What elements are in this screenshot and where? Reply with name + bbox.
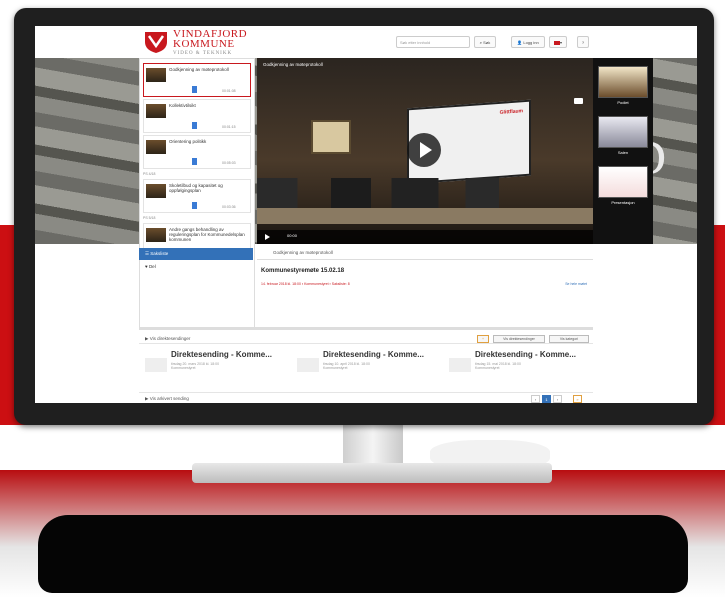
play-button-icon[interactable] — [407, 133, 441, 167]
logo-line-2: KOMMUNE — [173, 38, 235, 50]
chevron-down-icon: ▾ — [559, 40, 562, 45]
agenda-item[interactable]: Kollektivtilsikt 00:01:15 — [143, 99, 251, 133]
agenda-item-title: Skoletilbud og kapasitet og oppfølgingsp… — [169, 183, 223, 193]
site-header: VINDAFJORD KOMMUNE VIDEO & TEKNIKK Søk e… — [35, 26, 697, 59]
help-button[interactable]: ? — [577, 36, 589, 48]
broadcast-title: Direktesending - Komme... — [171, 350, 272, 359]
broadcast-category: Kommunestyret — [475, 366, 500, 370]
language-dropdown[interactable]: ▾ — [549, 36, 567, 48]
add-button[interactable]: + — [477, 335, 489, 343]
document-icon[interactable] — [192, 158, 197, 165]
camera-thumbnail-presentasjon[interactable] — [598, 166, 648, 198]
full-meeting-link[interactable]: Se hele møtet — [565, 282, 587, 286]
tab-saksliste[interactable]: ☰ Saksliste — [139, 248, 253, 260]
agenda-thumbnail — [146, 184, 166, 198]
monitor-stand — [192, 463, 552, 483]
monitor-screen: VINDAFJORD KOMMUNE VIDEO & TEKNIKK Søk e… — [35, 26, 697, 403]
broadcast-title: Direktesending - Komme... — [475, 350, 576, 359]
agenda-item[interactable]: Skoletilbud og kapasitet og oppfølgingsp… — [143, 179, 251, 213]
archive-heading: Vis arkivert sending — [149, 396, 189, 401]
camera-thumbnail-podiet[interactable] — [598, 66, 648, 98]
broadcast-category: Kommunestyret — [323, 366, 348, 370]
video-time: 00:00 — [287, 233, 298, 238]
agenda-item-time: 00:01:15 — [222, 125, 236, 129]
agenda-case-label: PS 4/18 — [143, 172, 156, 176]
tab-del-label: Del — [148, 264, 156, 269]
panel-shadow — [139, 327, 593, 330]
agenda-item-title: Orientering politikk — [169, 139, 207, 144]
pagination-last[interactable]: » — [573, 395, 582, 403]
broadcast-thumbnail — [145, 358, 167, 372]
pagination-prev[interactable]: ‹ — [531, 395, 540, 403]
video-player[interactable]: Godkjenning av møteprotokoll Glittflaum … — [257, 58, 593, 244]
search-button-label: Søk — [483, 40, 491, 45]
camera-angle-list: Podiet Salen Presentasjon — [593, 58, 653, 244]
direct-broadcasts-heading: Vis direktesendinger — [149, 336, 191, 341]
direct-broadcast-list: Direktesending - Komme... tirsdag 20. ma… — [139, 346, 593, 386]
tab-del[interactable]: ♥ Del — [139, 262, 253, 272]
current-agenda-bar: Godkjenning av møteprotokoll — [257, 246, 593, 260]
video-title: Godkjenning av møteprotokoll — [263, 62, 323, 67]
agenda-thumbnail — [146, 228, 166, 242]
agenda-item[interactable]: Orientering politikk 00:05:03 — [143, 135, 251, 169]
agenda-playlist: Godkjenning av møteprotokoll 00:01:08 Ko… — [139, 58, 255, 328]
agenda-thumbnail — [146, 68, 166, 82]
presentation-brand: Glittflaum — [499, 108, 523, 116]
agenda-thumbnail — [146, 140, 166, 154]
direct-broadcasts-header: ▶ Vis direktesendinger + Vis direktesend… — [139, 334, 593, 344]
play-icon[interactable] — [265, 234, 270, 240]
document-icon[interactable] — [192, 86, 197, 93]
archive-header: ▶ Vis arkivert sending ‹ 1 › » — [139, 392, 593, 403]
monitor-neck — [343, 425, 403, 465]
agenda-item-title: Andre gangs behandling av reguleringspla… — [169, 227, 245, 242]
kommune-logo-text[interactable]: VINDAFJORD KOMMUNE VIDEO & TEKNIKK — [173, 29, 247, 59]
kommune-logo-icon[interactable] — [143, 30, 169, 54]
video-info-panel: Godkjenning av møteprotokoll Kommunestyr… — [257, 246, 593, 328]
pagination-next[interactable]: › — [553, 395, 562, 403]
meeting-title: Kommunestyremøte 15.02.18 — [261, 268, 345, 274]
broadcast-card[interactable]: Direktesending - Komme... tirsdag 15. ma… — [449, 350, 589, 380]
video-controls: 00:00 — [257, 230, 593, 244]
camera-label: Salen — [617, 150, 629, 155]
broadcast-subtitle: tirsdag 10. april 2018 kl. 18:00 Kommunes… — [323, 362, 370, 370]
agenda-case-label: PS 5/18 — [143, 216, 156, 220]
monitor-base — [38, 515, 688, 593]
broadcast-subtitle: tirsdag 20. mars 2018 kl. 18:00 Kommunest… — [171, 362, 219, 370]
show-direct-button[interactable]: Vis direktesendinger — [493, 335, 545, 343]
broadcast-card[interactable]: Direktesending - Komme... tirsdag 10. ap… — [297, 350, 437, 380]
camera-label: Podiet — [617, 100, 629, 105]
agenda-item-time: 00:05:03 — [222, 161, 236, 165]
agenda-item-title: Godkjenning av møteprotokoll — [169, 67, 229, 72]
agenda-thumbnail — [146, 104, 166, 118]
agenda-item-time: 00:03:36 — [222, 205, 236, 209]
meeting-meta: 14. februar 2018 kl. 18:00 ▪ Kommunestyr… — [261, 282, 350, 286]
login-button-label: Logg inn — [523, 40, 539, 45]
search-button[interactable]: ⌕ Søk — [474, 36, 496, 48]
agenda-item-time: 00:01:08 — [222, 89, 236, 93]
current-agenda-label: Godkjenning av møteprotokoll — [273, 250, 333, 255]
meeting-table — [257, 208, 593, 224]
broadcast-card[interactable]: Direktesending - Komme... tirsdag 20. ma… — [145, 350, 285, 380]
document-icon[interactable] — [192, 202, 197, 209]
search-input[interactable]: Søk etter innhold — [396, 36, 470, 48]
document-icon[interactable] — [192, 122, 197, 129]
camera-label: Presentasjon — [611, 200, 635, 205]
show-category-button[interactable]: Vis kategori — [549, 335, 589, 343]
agenda-item-active[interactable]: Godkjenning av møteprotokoll 00:01:08 — [143, 63, 251, 97]
tab-saksliste-label: Saksliste — [150, 251, 169, 256]
login-button[interactable]: 👤 Logg inn — [511, 36, 545, 48]
broadcast-subtitle: tirsdag 15. mai 2018 kl. 18:00 Kommunesty… — [475, 362, 521, 370]
camera-icon[interactable] — [574, 98, 583, 104]
broadcast-title: Direktesending - Komme... — [323, 350, 424, 359]
wall-picture — [311, 120, 351, 154]
broadcast-thumbnail — [297, 358, 319, 372]
agenda-item-title: Kollektivtilsikt — [169, 103, 196, 108]
broadcast-thumbnail — [449, 358, 471, 372]
camera-thumbnail-salen[interactable] — [598, 116, 648, 148]
broadcast-category: Kommunestyret — [171, 366, 196, 370]
pagination-page-1[interactable]: 1 — [542, 395, 551, 403]
